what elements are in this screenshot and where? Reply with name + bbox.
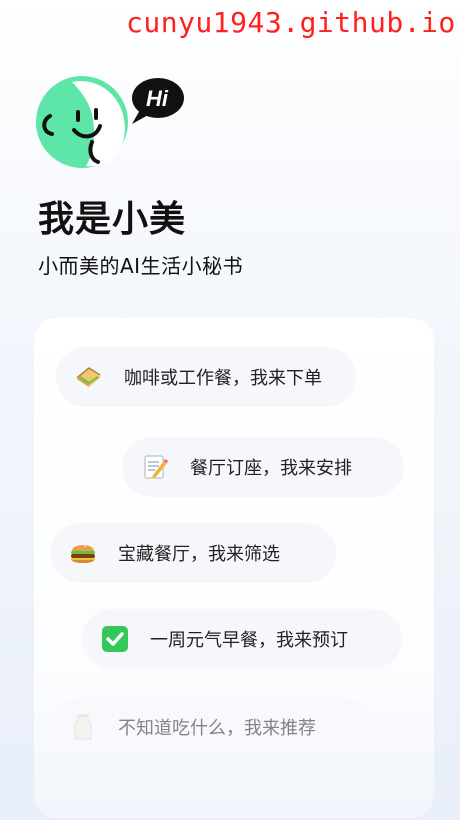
- burger-icon: [66, 536, 100, 570]
- feature-label: 餐厅订座，我来安排: [190, 458, 352, 479]
- feature-label: 咖啡或工作餐，我来下单: [124, 368, 322, 389]
- milk-icon: [66, 710, 100, 744]
- feature-pill-order-coffee[interactable]: 咖啡或工作餐，我来下单: [56, 347, 356, 407]
- feature-pill-recommend[interactable]: 不知道吃什么，我来推荐: [50, 697, 370, 757]
- avatar: [36, 76, 128, 168]
- page-subtitle: 小而美的AI生活小秘书: [38, 254, 244, 278]
- sandwich-icon: [72, 360, 106, 394]
- watermark-text: cunyu1943.github.io: [126, 6, 456, 39]
- check-icon: [98, 622, 132, 656]
- feature-label: 一周元气早餐，我来预订: [150, 630, 348, 651]
- hi-text: Hi: [146, 86, 168, 111]
- feature-pill-book-table[interactable]: 餐厅订座，我来安排: [122, 437, 404, 497]
- feature-label: 宝藏餐厅，我来筛选: [118, 544, 280, 565]
- memo-icon: [138, 450, 172, 484]
- page-title: 我是小美: [38, 199, 187, 240]
- feature-pill-breakfast-plan[interactable]: 一周元气早餐，我来预订: [82, 609, 402, 669]
- feature-label: 不知道吃什么，我来推荐: [118, 718, 316, 739]
- feature-pill-find-restaurant[interactable]: 宝藏餐厅，我来筛选: [50, 523, 336, 583]
